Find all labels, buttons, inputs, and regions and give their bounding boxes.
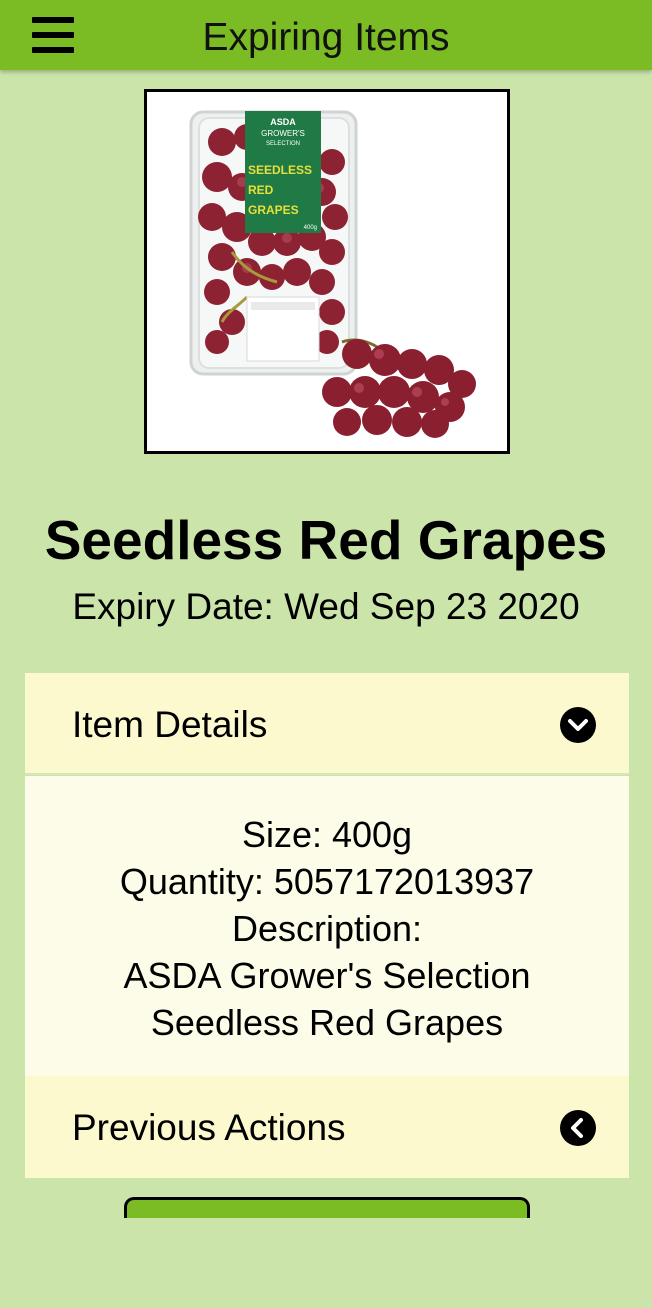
label-weight: 400g	[304, 225, 317, 231]
label-title2: RED	[248, 183, 274, 197]
product-image: ASDA GROWER'S SELECTION SEEDLESS RED GRA…	[144, 89, 510, 454]
page-title: Expiring Items	[202, 16, 450, 59]
product-name: Seedless Red Grapes	[44, 509, 608, 571]
item-details-body: Size: 400g Quantity: 5057172013937 Descr…	[25, 776, 629, 1076]
description-label: Description:	[231, 908, 423, 949]
item-details-header[interactable]: Item Details	[25, 673, 629, 775]
label-title1: SEEDLESS	[248, 163, 312, 177]
description-line-2: Seedless Red Grapes	[150, 1002, 504, 1043]
label-sub: SELECTION	[266, 141, 300, 147]
expiry-date: Expiry Date: Wed Sep 23 2020	[72, 586, 580, 627]
bottom-area	[0, 1218, 652, 1308]
item-details-label: Item Details	[72, 704, 268, 745]
label-line: GROWER'S	[261, 129, 305, 138]
quantity-text: Quantity: 5057172013937	[119, 861, 535, 902]
description-line-1: ASDA Grower's Selection	[123, 955, 531, 996]
chevron-left-circle-icon[interactable]	[560, 1110, 596, 1146]
app-header: Expiring Items	[0, 0, 652, 70]
previous-actions-label: Previous Actions	[72, 1107, 346, 1148]
size-text: Size: 400g	[241, 814, 413, 855]
label-title3: GRAPES	[248, 203, 299, 217]
label-brand: ASDA	[270, 117, 296, 127]
chevron-down-circle-icon[interactable]	[560, 707, 596, 743]
previous-actions-header[interactable]: Previous Actions	[25, 1076, 629, 1178]
